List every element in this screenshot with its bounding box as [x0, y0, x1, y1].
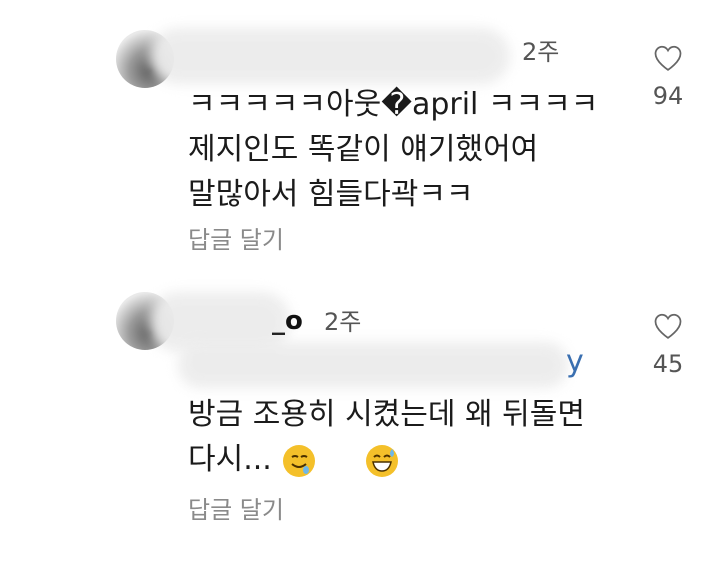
comment-line: 말많아서 힘들다곽ㅋㅋ [188, 177, 474, 212]
comment-line: 제지인도 똑같이 얘기했어여 [188, 132, 539, 167]
grinning-sweat-emoji-icon [366, 444, 399, 477]
mention-tag[interactable]: y [566, 344, 584, 379]
reply-button[interactable]: 답글 달기 [188, 490, 284, 525]
comment-time: 2주 [324, 308, 362, 336]
comment-line: 방금 조용히 시켰는데 왜 뒤돌면 [188, 397, 585, 432]
comment-line: ㅋㅋㅋㅋㅋ아웃�april ㅋㅋㅋㅋ [188, 87, 599, 122]
comment-time: 2주 [522, 38, 560, 66]
username[interactable]: _o [272, 306, 303, 336]
comment-text: 방금 조용히 시켰는데 왜 뒤돌면 다시... [188, 392, 585, 482]
like-control: 45 [640, 312, 696, 378]
comment-text: ㅋㅋㅋㅋㅋ아웃�april ㅋㅋㅋㅋ 제지인도 똑같이 얘기했어여 말많아서 힘… [188, 82, 598, 217]
reply-button[interactable]: 답글 달기 [188, 220, 284, 255]
comment-line: 다시... [188, 437, 585, 482]
like-count: 94 [652, 82, 684, 110]
comment: 2주 ㅋㅋㅋㅋㅋ아웃�april ㅋㅋㅋㅋ 제지인도 똑같이 얘기했어여 말많아… [0, 0, 720, 270]
drooling-smile-emoji-icon [283, 444, 316, 477]
redacted-username [150, 28, 510, 84]
comment-line-text: 다시... [188, 442, 272, 477]
redacted-mention [178, 342, 568, 388]
comment: _o 2주 y 방금 조용히 시켰는데 왜 뒤돌면 다시... 답글 달기 45 [0, 270, 720, 564]
like-count: 45 [652, 350, 684, 378]
heart-icon[interactable] [653, 312, 683, 340]
like-control: 94 [640, 44, 696, 110]
heart-icon[interactable] [653, 44, 683, 72]
